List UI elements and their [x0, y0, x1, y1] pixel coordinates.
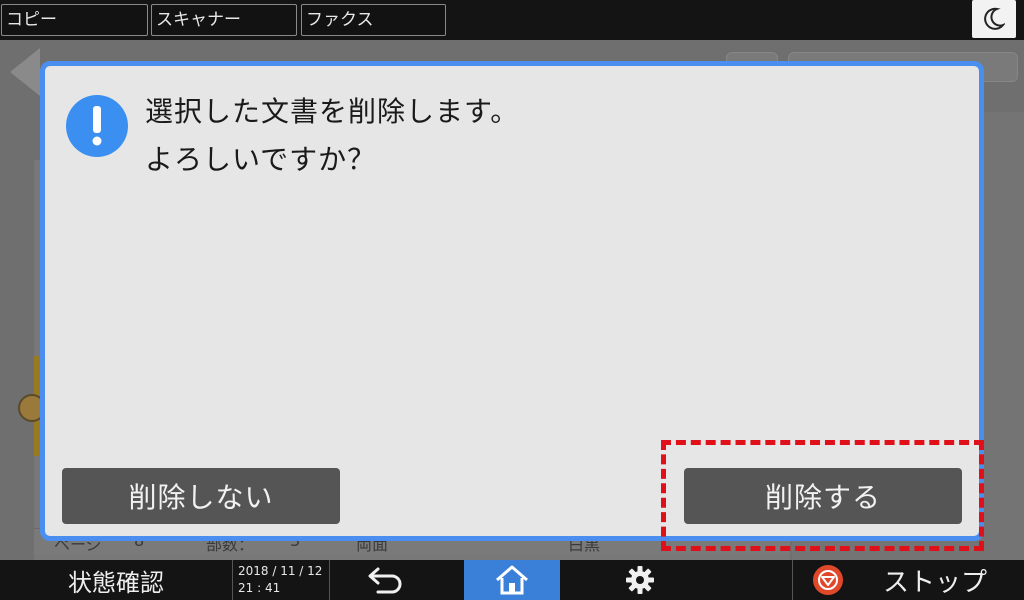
- stop-label: ストップ: [883, 567, 988, 598]
- stop-circle-icon: [813, 565, 843, 595]
- moon-icon: [984, 7, 1005, 30]
- date-time-display: 2018 / 11 / 12 21 : 41: [232, 560, 330, 600]
- dialog-message-line1: 選択した文書を削除します。: [145, 95, 520, 128]
- background-back-arrow: [10, 48, 40, 96]
- time-text: 21 : 41: [238, 581, 281, 595]
- energy-saver-button[interactable]: [972, 0, 1016, 38]
- delete-button[interactable]: 削除する: [684, 468, 962, 524]
- back-button[interactable]: [330, 560, 442, 600]
- top-app-bar: コピー スキャナー ファクス: [0, 0, 1024, 40]
- tab-fax[interactable]: ファクス: [301, 4, 446, 36]
- screen: コピー スキャナー ファクス ページ 8 部数： 3 両面 白黒: [0, 0, 1024, 600]
- settings-button[interactable]: [592, 560, 688, 600]
- date-text: 2018 / 11 / 12: [238, 564, 323, 578]
- do-not-delete-button[interactable]: 削除しない: [62, 468, 340, 524]
- exclamation-glyph: [92, 106, 102, 146]
- gear-icon: [626, 566, 654, 594]
- tab-scanner[interactable]: スキャナー: [151, 4, 297, 36]
- status-check-button[interactable]: 状態確認: [0, 560, 232, 600]
- bottom-system-bar: 状態確認 2018 / 11 / 12 21 : 41 ストップ: [0, 560, 1024, 600]
- return-arrow-icon: [368, 567, 402, 594]
- dialog-message-line2: よろしいですか？: [145, 143, 377, 176]
- dialog-message: 選択した文書を削除します。 よろしいですか？: [145, 88, 519, 184]
- delete-confirm-dialog: 選択した文書を削除します。 よろしいですか？ 削除しない 削除する: [40, 61, 984, 541]
- home-icon: [496, 565, 528, 595]
- tab-copy[interactable]: コピー: [1, 4, 148, 36]
- exclamation-circle-icon: [66, 95, 128, 157]
- stop-button[interactable]: ストップ: [792, 560, 1024, 600]
- home-button[interactable]: [464, 560, 560, 600]
